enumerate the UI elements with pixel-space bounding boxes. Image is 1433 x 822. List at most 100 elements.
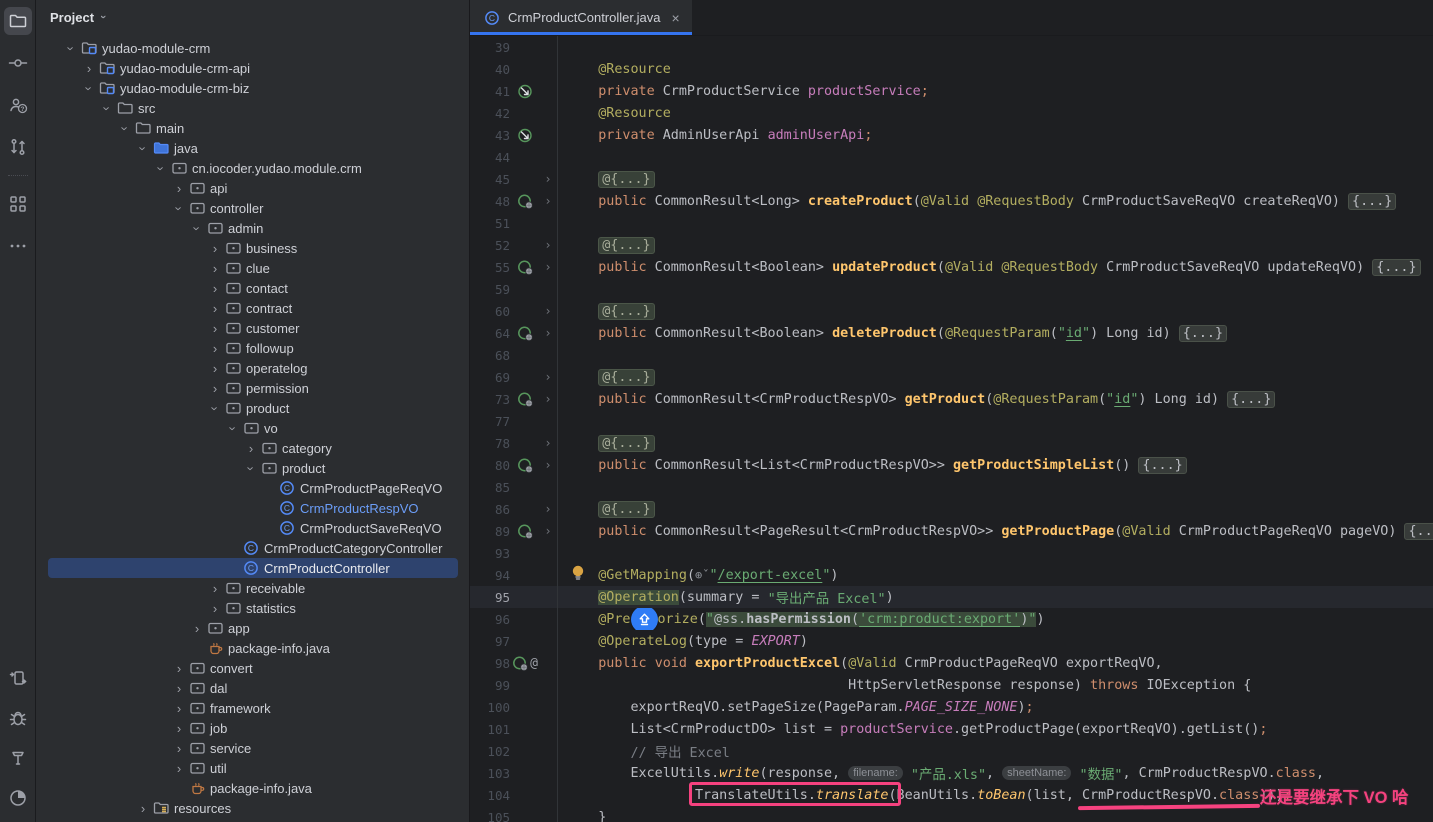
tree-item-crmproductsavereqvo[interactable]: CCrmProductSaveReqVO	[36, 518, 469, 538]
code-line-77[interactable]: 77	[470, 410, 1433, 432]
tree-item-java[interactable]: ›java	[36, 138, 469, 158]
code-line-86[interactable]: 86› @{...}	[470, 498, 1433, 520]
gutter[interactable]: 97	[470, 630, 557, 652]
gutter[interactable]: 77	[470, 410, 557, 432]
chevron-expanded-icon[interactable]: ›	[118, 119, 133, 137]
chevron-expanded-icon[interactable]: ›	[244, 459, 259, 477]
tree-item-api[interactable]: ›api	[36, 178, 469, 198]
gutter[interactable]: 85	[470, 476, 557, 498]
gutter[interactable]: 103	[470, 762, 557, 784]
tree-item-framework[interactable]: ›framework	[36, 698, 469, 718]
chevron-collapsed-icon[interactable]: ›	[80, 61, 98, 76]
translation-plugin-icon[interactable]	[631, 608, 658, 630]
gutter[interactable]: 60›	[470, 300, 557, 322]
chevron-collapsed-icon[interactable]: ›	[170, 681, 188, 696]
code-line-60[interactable]: 60› @{...}	[470, 300, 1433, 322]
code-line-94[interactable]: 94 @GetMapping(⊕ˇ"/export-excel")	[470, 564, 1433, 586]
code-line-45[interactable]: 45› @{...}	[470, 168, 1433, 190]
more-tool-windows-icon[interactable]	[4, 232, 32, 260]
chevron-collapsed-icon[interactable]: ›	[170, 761, 188, 776]
code-line-97[interactable]: 97 @OperateLog(type = EXPORT)	[470, 630, 1433, 652]
bean-gutter-icon[interactable]	[510, 126, 540, 144]
tree-item-followup[interactable]: ›followup	[36, 338, 469, 358]
code-line-85[interactable]: 85	[470, 476, 1433, 498]
tree-item-clue[interactable]: ›clue	[36, 258, 469, 278]
gutter[interactable]: 80›	[470, 454, 557, 476]
chevron-expanded-icon[interactable]: ›	[64, 39, 79, 57]
gutter[interactable]: 73›	[470, 388, 557, 410]
chevron-expanded-icon[interactable]: ›	[100, 99, 115, 117]
gutter[interactable]: 68	[470, 344, 557, 366]
tree-item-app[interactable]: ›app	[36, 618, 469, 638]
gutter[interactable]: 48›	[470, 190, 557, 212]
gutter[interactable]: 41	[470, 80, 557, 102]
gutter[interactable]: 105	[470, 806, 557, 822]
code-line-105[interactable]: 105 }	[470, 806, 1433, 822]
chevron-expanded-icon[interactable]: ›	[82, 79, 97, 97]
tree-item-business[interactable]: ›business	[36, 238, 469, 258]
chevron-collapsed-icon[interactable]: ›	[206, 261, 224, 276]
chevron-collapsed-icon[interactable]: ›	[170, 721, 188, 736]
chevron-collapsed-icon[interactable]: ›	[206, 361, 224, 376]
fold-arrow-icon[interactable]: ›	[540, 238, 556, 252]
code-line-101[interactable]: 101 List<CrmProductDO> list = productSer…	[470, 718, 1433, 740]
tree-item-permission[interactable]: ›permission	[36, 378, 469, 398]
gutter[interactable]: 104	[470, 784, 557, 806]
tree-item-operatelog[interactable]: ›operatelog	[36, 358, 469, 378]
project-icon[interactable]	[4, 7, 32, 35]
code-line-73[interactable]: 73› public CommonResult<CrmProductRespVO…	[470, 388, 1433, 410]
tree-item-yudao-module-crm[interactable]: ›yudao-module-crm	[36, 38, 469, 58]
gutter[interactable]: 51	[470, 212, 557, 234]
tree-item-vo[interactable]: ›vo	[36, 418, 469, 438]
gutter[interactable]: 39	[470, 36, 557, 58]
tree-item-contact[interactable]: ›contact	[36, 278, 469, 298]
chevron-expanded-icon[interactable]: ›	[172, 199, 187, 217]
code-line-55[interactable]: 55› public CommonResult<Boolean> updateP…	[470, 256, 1433, 278]
close-icon[interactable]: ×	[671, 10, 679, 26]
code-line-89[interactable]: 89› public CommonResult<PageResult<CrmPr…	[470, 520, 1433, 542]
gutter[interactable]: 96	[470, 608, 557, 630]
gutter[interactable]: 101	[470, 718, 557, 740]
chevron-collapsed-icon[interactable]: ›	[170, 741, 188, 756]
chevron-collapsed-icon[interactable]: ›	[206, 381, 224, 396]
tree-item-crmproductrespvo[interactable]: CCrmProductRespVO	[36, 498, 469, 518]
request-mapping-gutter-icon[interactable]	[510, 390, 540, 408]
tree-item-dal[interactable]: ›dal	[36, 678, 469, 698]
chevron-down-icon[interactable]: ›	[97, 15, 109, 19]
request-mapping-gutter-icon[interactable]	[510, 324, 540, 342]
gutter[interactable]: 89›	[470, 520, 557, 542]
code-line-96[interactable]: 96 @Preorize("@ss.hasPermission('crm:pro…	[470, 608, 1433, 630]
tree-item-convert[interactable]: ›convert	[36, 658, 469, 678]
commit-icon[interactable]	[4, 49, 32, 77]
gutter[interactable]: 93	[470, 542, 557, 564]
tree-item-product[interactable]: ›product	[36, 458, 469, 478]
tree-item-product[interactable]: ›product	[36, 398, 469, 418]
chevron-collapsed-icon[interactable]: ›	[206, 601, 224, 616]
tree-item-resources[interactable]: ›resources	[36, 798, 469, 818]
gutter[interactable]: 52›	[470, 234, 557, 256]
profiler-icon[interactable]	[4, 784, 32, 812]
code-line-78[interactable]: 78› @{...}	[470, 432, 1433, 454]
code-line-48[interactable]: 48› public CommonResult<Long> createProd…	[470, 190, 1433, 212]
build-icon[interactable]	[4, 744, 32, 772]
request-mapping-gutter-icon[interactable]	[510, 258, 540, 276]
tree-item-category[interactable]: ›category	[36, 438, 469, 458]
editor-body[interactable]: 3940 @Resource41 private CrmProductServi…	[470, 36, 1433, 822]
code-line-100[interactable]: 100 exportReqVO.setPageSize(PageParam.PA…	[470, 696, 1433, 718]
code-line-80[interactable]: 80› public CommonResult<List<CrmProductR…	[470, 454, 1433, 476]
chevron-expanded-icon[interactable]: ›	[154, 159, 169, 177]
code-line-98[interactable]: 98@ public void exportProductExcel(@Vali…	[470, 652, 1433, 674]
gutter[interactable]: 94	[470, 564, 557, 586]
code-line-93[interactable]: 93	[470, 542, 1433, 564]
gutter[interactable]: 100	[470, 696, 557, 718]
tree-item-customer[interactable]: ›customer	[36, 318, 469, 338]
code-line-64[interactable]: 64› public CommonResult<Boolean> deleteP…	[470, 322, 1433, 344]
tree-item-service[interactable]: ›service	[36, 738, 469, 758]
code-line-95[interactable]: 95 @Operation(summary = "导出产品 Excel")	[470, 586, 1433, 608]
tree-item-util[interactable]: ›util	[36, 758, 469, 778]
code-line-68[interactable]: 68	[470, 344, 1433, 366]
tree-item-src[interactable]: ›src	[36, 98, 469, 118]
request-mapping-gutter-icon[interactable]	[510, 192, 540, 210]
intention-bulb-icon[interactable]	[570, 564, 586, 588]
fold-arrow-icon[interactable]: ›	[540, 194, 556, 208]
